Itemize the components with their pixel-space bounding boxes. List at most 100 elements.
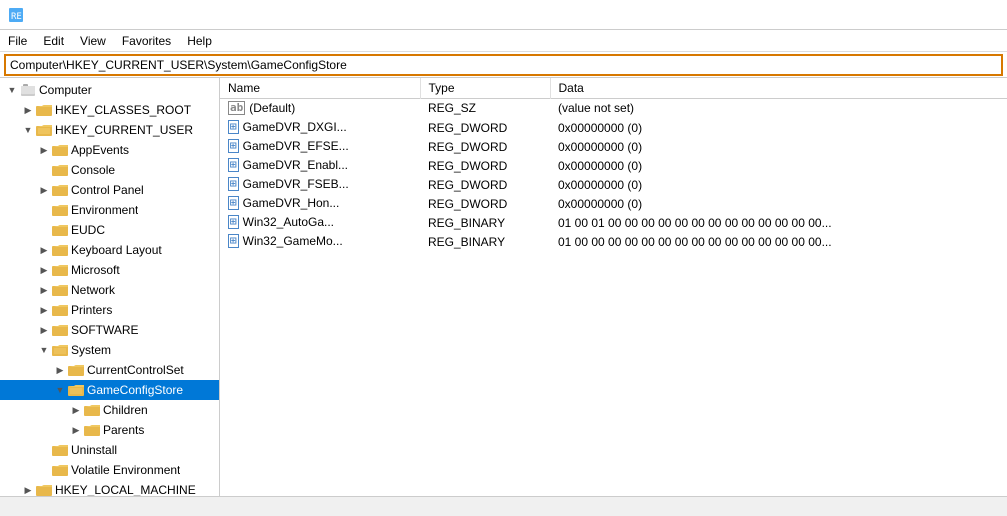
main-area: Computer HKEY_CLASSES_ROOT HKEY_CURRENT_… — [0, 78, 1007, 496]
tree-toggle-network[interactable] — [36, 282, 52, 298]
table-row[interactable]: ⊞GameDVR_Enabl...REG_DWORD0x00000000 (0) — [220, 156, 1007, 175]
cell-data: 0x00000000 (0) — [550, 156, 1007, 175]
title-bar: RE — [0, 0, 1007, 30]
tree-item-keyboard-layout[interactable]: Keyboard Layout — [0, 240, 219, 260]
menu-file[interactable]: File — [0, 30, 35, 51]
menu-view[interactable]: View — [72, 30, 114, 51]
menu-favorites[interactable]: Favorites — [114, 30, 179, 51]
folder-icon-uninstall — [52, 443, 68, 457]
folder-icon-hkey-current-user — [36, 123, 52, 137]
folder-icon-parents — [84, 423, 100, 437]
table-row[interactable]: ⊞Win32_AutoGa...REG_BINARY01 00 01 00 00… — [220, 213, 1007, 232]
cell-name: ⊞GameDVR_FSEB... — [220, 175, 420, 194]
tree-toggle-control-panel[interactable] — [36, 182, 52, 198]
tree-label-keyboard-layout: Keyboard Layout — [71, 243, 162, 257]
close-button[interactable] — [953, 0, 999, 30]
tree-item-game-config-store[interactable]: GameConfigStore — [0, 380, 219, 400]
tree-item-control-panel[interactable]: Control Panel — [0, 180, 219, 200]
entry-name: GameDVR_FSEB... — [243, 177, 349, 191]
tree-item-computer[interactable]: Computer — [0, 80, 219, 100]
cell-name: ⊞GameDVR_EFSE... — [220, 137, 420, 156]
cell-data: (value not set) — [550, 99, 1007, 119]
tree-toggle-keyboard-layout[interactable] — [36, 242, 52, 258]
tree-toggle-hkey-local-machine[interactable] — [20, 482, 36, 496]
tree-label-printers: Printers — [71, 303, 112, 317]
folder-icon-keyboard-layout — [52, 243, 68, 257]
tree-item-hkey-current-user[interactable]: HKEY_CURRENT_USER — [0, 120, 219, 140]
tree-label-uninstall: Uninstall — [71, 443, 117, 457]
tree-item-microsoft[interactable]: Microsoft — [0, 260, 219, 280]
tree-toggle-system[interactable] — [36, 342, 52, 358]
status-bar — [0, 496, 1007, 516]
table-row[interactable]: ⊞GameDVR_EFSE...REG_DWORD0x00000000 (0) — [220, 137, 1007, 156]
tree-toggle-printers[interactable] — [36, 302, 52, 318]
tree-item-eudc[interactable]: EUDC — [0, 220, 219, 240]
entry-name: GameDVR_EFSE... — [243, 139, 349, 153]
tree-item-printers[interactable]: Printers — [0, 300, 219, 320]
tree-toggle-hkey-current-user[interactable] — [20, 122, 36, 138]
tree-toggle-software[interactable] — [36, 322, 52, 338]
tree-label-hkey-local-machine: HKEY_LOCAL_MACHINE — [55, 483, 196, 496]
reg-icon: ⊞ — [228, 158, 239, 172]
menu-edit[interactable]: Edit — [35, 30, 72, 51]
reg-icon: ⊞ — [228, 234, 239, 248]
entry-name: GameDVR_Enabl... — [243, 158, 348, 172]
cell-name: ⊞ GameDVR_Enabl... — [220, 156, 420, 175]
tree-item-appevents[interactable]: AppEvents — [0, 140, 219, 160]
entry-name: Win32_AutoGa... — [243, 215, 334, 229]
col-name[interactable]: Name — [220, 78, 420, 99]
tree-item-system[interactable]: System — [0, 340, 219, 360]
cell-data: 0x00000000 (0) — [550, 175, 1007, 194]
entry-name: GameDVR_Hon... — [243, 196, 340, 210]
tree-label-microsoft: Microsoft — [71, 263, 120, 277]
folder-icon-printers — [52, 303, 68, 317]
folder-icon-hkey-local-machine — [36, 483, 52, 496]
table-row[interactable]: ab(Default)REG_SZ(value not set) — [220, 99, 1007, 119]
address-input[interactable] — [4, 54, 1003, 76]
tree-item-uninstall[interactable]: Uninstall — [0, 440, 219, 460]
menu-help[interactable]: Help — [179, 30, 220, 51]
tree-label-computer: Computer — [39, 83, 92, 97]
tree-label-children: Children — [103, 403, 148, 417]
tree-item-volatile-environment[interactable]: Volatile Environment — [0, 460, 219, 480]
tree-pane[interactable]: Computer HKEY_CLASSES_ROOT HKEY_CURRENT_… — [0, 78, 220, 496]
tree-toggle-current-control-set[interactable] — [52, 362, 68, 378]
tree-item-hkey-classes-root[interactable]: HKEY_CLASSES_ROOT — [0, 100, 219, 120]
tree-toggle-parents[interactable] — [68, 422, 84, 438]
folder-icon-environment — [52, 203, 68, 217]
svg-text:RE: RE — [11, 12, 22, 22]
tree-label-software: SOFTWARE — [71, 323, 139, 337]
tree-label-console: Console — [71, 163, 115, 177]
tree-item-children[interactable]: Children — [0, 400, 219, 420]
table-row[interactable]: ⊞GameDVR_Hon...REG_DWORD0x00000000 (0) — [220, 194, 1007, 213]
col-data[interactable]: Data — [550, 78, 1007, 99]
tree-item-environment[interactable]: Environment — [0, 200, 219, 220]
tree-item-hkey-local-machine[interactable]: HKEY_LOCAL_MACHINE — [0, 480, 219, 496]
folder-icon-microsoft — [52, 263, 68, 277]
tree-toggle-hkey-classes-root[interactable] — [20, 102, 36, 118]
tree-toggle-game-config-store[interactable] — [52, 382, 68, 398]
tree-toggle-children[interactable] — [68, 402, 84, 418]
folder-icon-game-config-store — [68, 383, 84, 397]
tree-item-network[interactable]: Network — [0, 280, 219, 300]
entry-name: Win32_GameMo... — [243, 234, 343, 248]
ab-icon: ab — [228, 101, 245, 115]
reg-icon: ⊞ — [228, 196, 239, 210]
tree-label-hkey-current-user: HKEY_CURRENT_USER — [55, 123, 193, 137]
tree-toggle-microsoft[interactable] — [36, 262, 52, 278]
table-row[interactable]: ⊞Win32_GameMo...REG_BINARY01 00 00 00 00… — [220, 232, 1007, 251]
reg-icon: ⊞ — [228, 215, 239, 229]
table-row[interactable]: ⊞GameDVR_FSEB...REG_DWORD0x00000000 (0) — [220, 175, 1007, 194]
tree-item-current-control-set[interactable]: CurrentControlSet — [0, 360, 219, 380]
tree-toggle-appevents[interactable] — [36, 142, 52, 158]
tree-toggle-computer[interactable] — [4, 82, 20, 98]
tree-item-software[interactable]: SOFTWARE — [0, 320, 219, 340]
minimize-button[interactable] — [861, 0, 907, 30]
tree-item-console[interactable]: Console — [0, 160, 219, 180]
col-type[interactable]: Type — [420, 78, 550, 99]
cell-name: ⊞ Win32_GameMo... — [220, 232, 420, 251]
detail-header-row: Name Type Data — [220, 78, 1007, 99]
maximize-button[interactable] — [907, 0, 953, 30]
tree-item-parents[interactable]: Parents — [0, 420, 219, 440]
table-row[interactable]: ⊞GameDVR_DXGI...REG_DWORD0x00000000 (0) — [220, 118, 1007, 137]
